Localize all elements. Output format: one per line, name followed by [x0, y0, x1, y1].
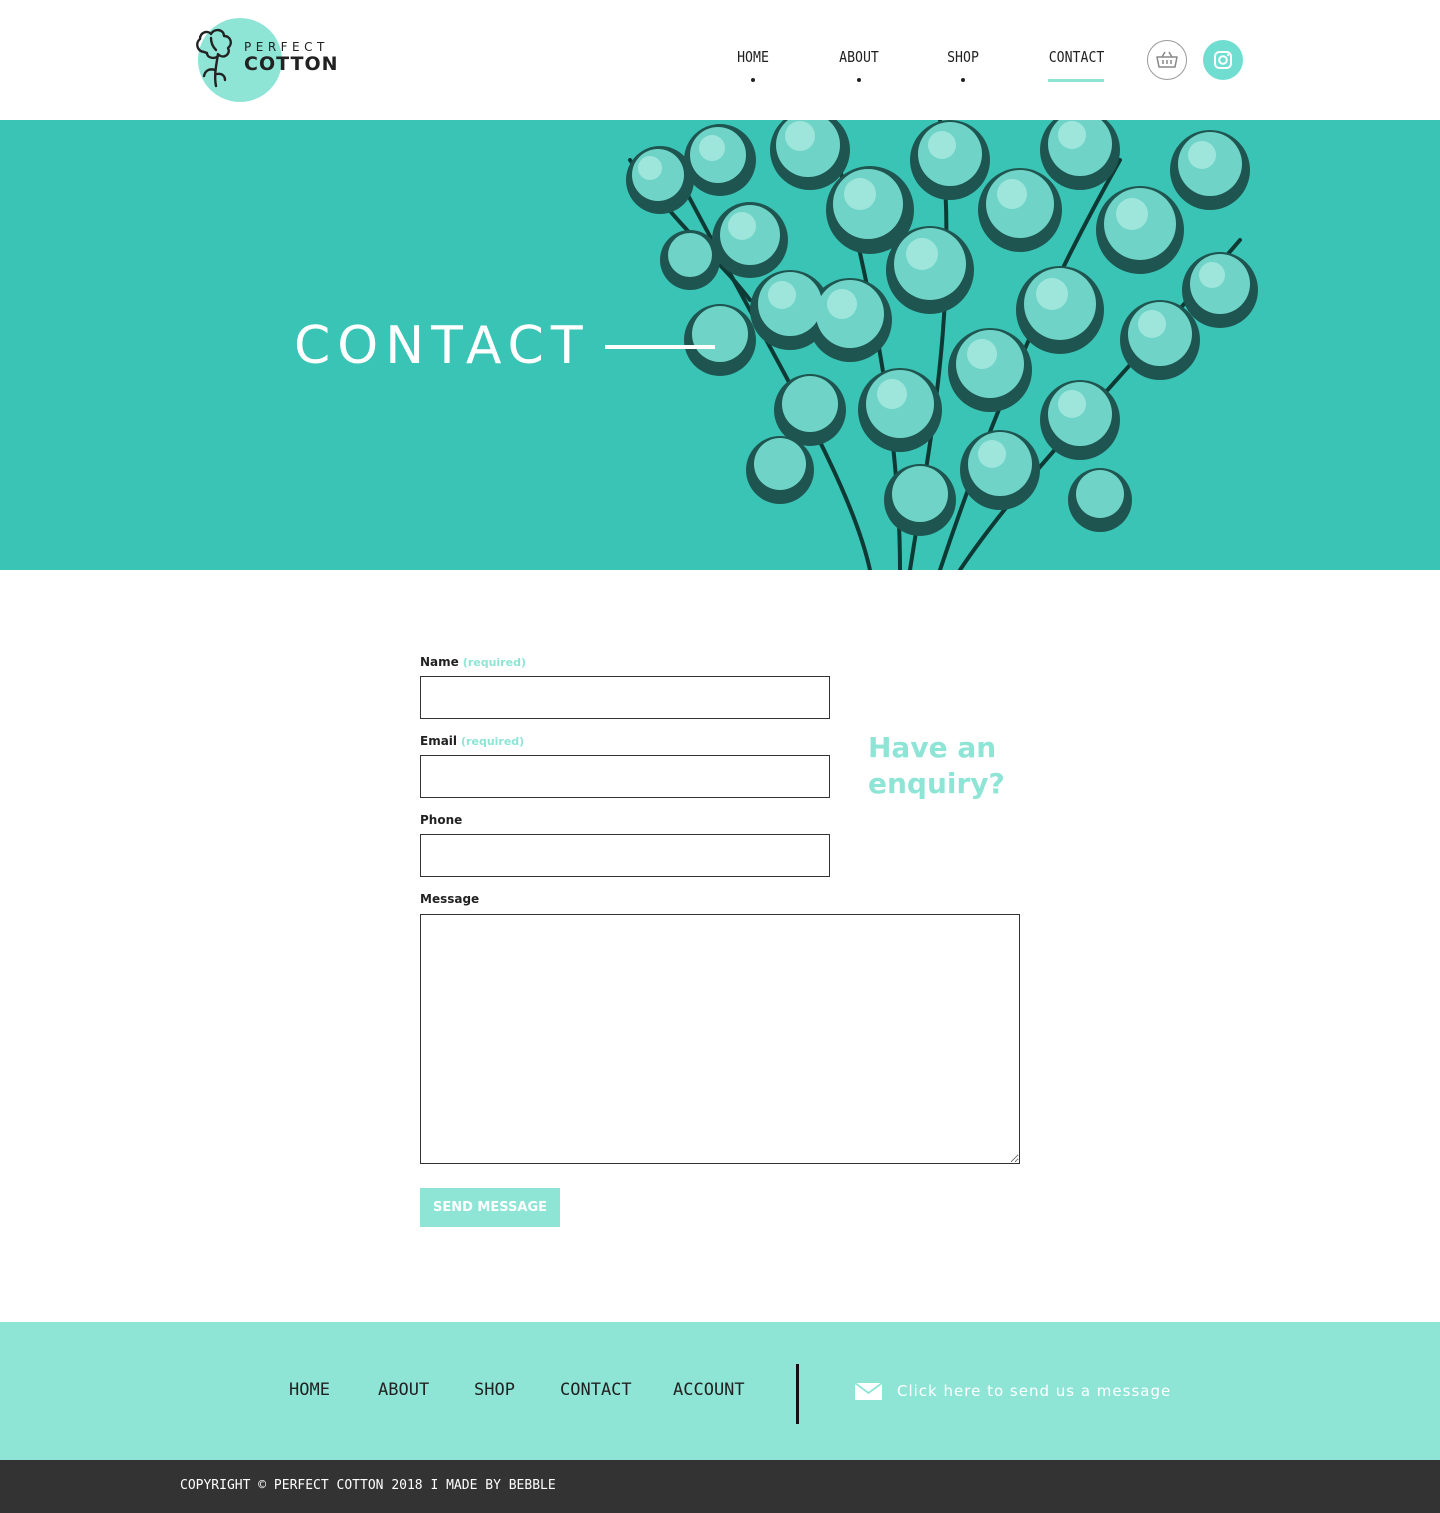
nav-home-label: HOME: [737, 48, 769, 66]
name-field[interactable]: [420, 676, 830, 719]
footer-link-shop[interactable]: SHOP: [474, 1380, 515, 1400]
instagram-button[interactable]: [1203, 40, 1243, 80]
name-label-text: Name: [420, 655, 459, 669]
basket-icon: [1156, 51, 1178, 68]
footer-link-account[interactable]: ACCOUNT: [673, 1380, 745, 1400]
phone-label-text: Phone: [420, 813, 463, 827]
instagram-icon: [1214, 51, 1232, 69]
site-footer: HOME ABOUT SHOP CONTACT ACCOUNT Click he…: [0, 1322, 1440, 1460]
footer-message-text: Click here to send us a message: [897, 1382, 1172, 1400]
page-title: CONTACT: [294, 316, 590, 376]
message-label: Message: [420, 892, 480, 906]
hero-banner: CONTACT: [0, 120, 1440, 570]
footer-link-about[interactable]: ABOUT: [378, 1380, 429, 1400]
footer-message-link[interactable]: Click here to send us a message: [855, 1382, 1171, 1400]
nav-dot: [961, 78, 965, 82]
envelope-icon: [855, 1382, 882, 1400]
nav-active-underline: [1048, 79, 1104, 82]
copyright-bar: COPYRIGHT © PERFECT COTTON 2018 I MADE B…: [0, 1460, 1440, 1513]
cart-button[interactable]: [1147, 40, 1187, 80]
nav-shop[interactable]: SHOP: [944, 48, 982, 82]
nav-contact-label: CONTACT: [1048, 48, 1105, 66]
phone-field[interactable]: [420, 834, 830, 877]
nav-dot: [857, 78, 861, 82]
nav-about[interactable]: ABOUT: [836, 48, 882, 82]
nav-dot: [751, 78, 755, 82]
footer-divider: [796, 1364, 799, 1424]
name-required-note: (required): [462, 656, 526, 669]
site-header: PERFECT COTTON HOME ABOUT SHOP CONTACT: [0, 0, 1440, 120]
email-label-text: Email: [420, 734, 458, 748]
logo-text-bottom: COTTON: [244, 53, 339, 75]
logo[interactable]: PERFECT COTTON: [194, 18, 344, 102]
cotton-plant-icon: [196, 28, 232, 88]
nav-contact[interactable]: CONTACT: [1045, 48, 1107, 82]
footer-link-home[interactable]: HOME: [289, 1380, 330, 1400]
nav-about-label: ABOUT: [839, 48, 879, 66]
nav-shop-label: SHOP: [947, 48, 979, 66]
enquiry-heading: Have an enquiry?: [868, 731, 1005, 800]
logo-text-top: PERFECT: [244, 40, 329, 54]
email-required-note: (required): [461, 735, 525, 748]
footer-link-contact[interactable]: CONTACT: [560, 1380, 632, 1400]
email-field[interactable]: [420, 755, 830, 798]
message-field[interactable]: [420, 914, 1020, 1164]
copyright-text: COPYRIGHT © PERFECT COTTON 2018 I MADE B…: [180, 1478, 556, 1493]
phone-label: Phone: [420, 811, 1020, 829]
name-label: Name (required): [420, 653, 1020, 671]
send-message-button[interactable]: SEND MESSAGE: [420, 1188, 560, 1227]
nav-home[interactable]: HOME: [733, 48, 773, 82]
title-decor-line: [605, 345, 715, 349]
